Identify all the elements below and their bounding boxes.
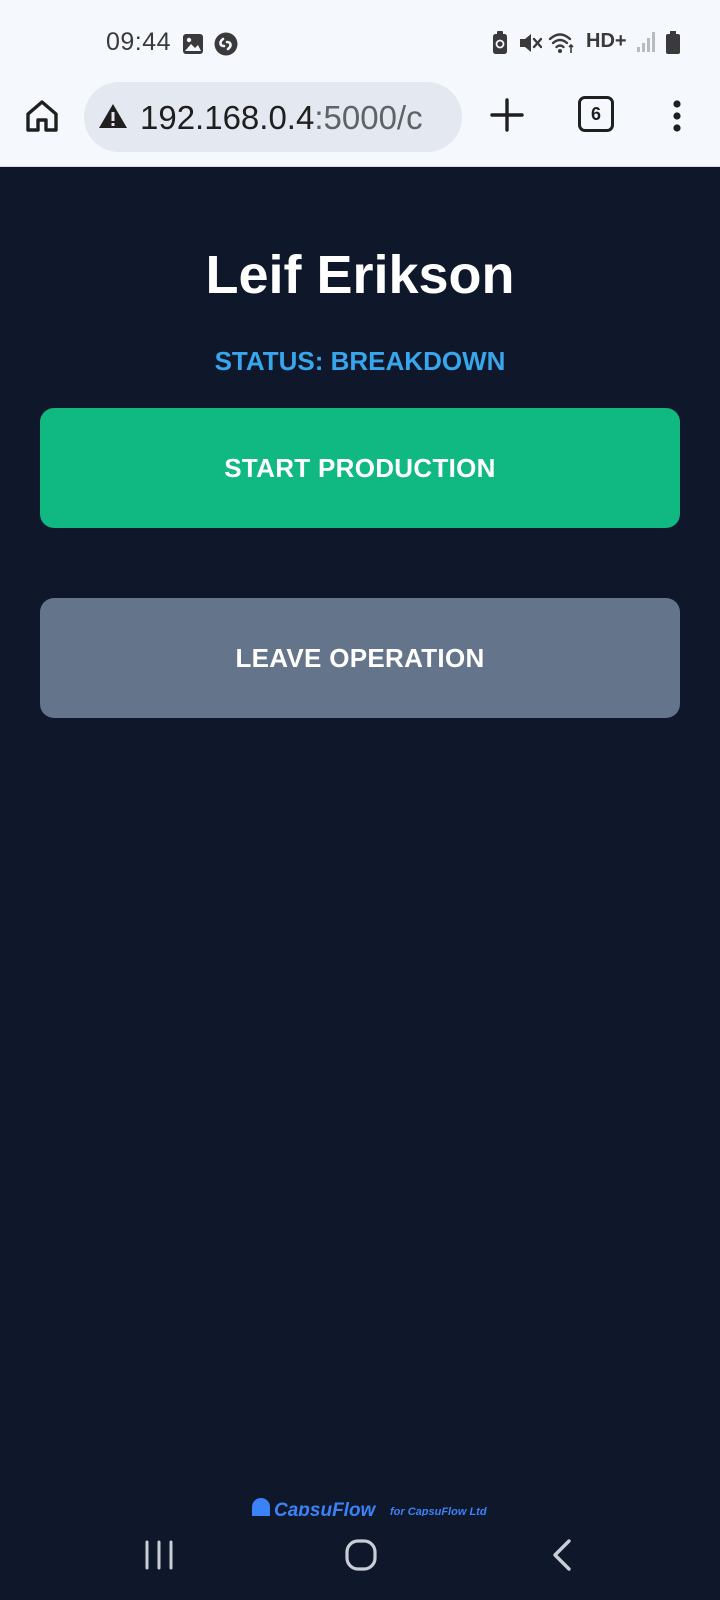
warning-icon[interactable]	[98, 102, 128, 130]
footer-brand: CapsuFlow	[274, 1500, 376, 1516]
start-production-button[interactable]: START PRODUCTION	[40, 408, 680, 528]
navigation-bar	[0, 1516, 720, 1600]
signal-icon	[637, 32, 655, 52]
back-icon[interactable]	[550, 1538, 574, 1572]
new-tab-icon[interactable]	[488, 96, 526, 134]
battery-saver-icon	[493, 31, 507, 54]
url-text[interactable]: 192.168.0.4:5000/c	[140, 99, 423, 137]
battery-icon	[666, 31, 680, 54]
recents-icon[interactable]	[144, 1540, 174, 1570]
more-menu-icon[interactable]	[670, 98, 684, 134]
capsule-icon	[252, 1498, 270, 1516]
leave-operation-button[interactable]: LEAVE OPERATION	[40, 598, 680, 718]
footer-credit: for CapsuFlow Ltd	[390, 1506, 487, 1516]
operator-name: Leif Erikson	[205, 245, 515, 305]
url-host: 192.168.0.4	[140, 99, 315, 136]
network-label: HD+	[586, 30, 627, 52]
browser-toolbar: 192.168.0.4:5000/c 6	[0, 80, 720, 167]
status-text: STATUS: BREAKDOWN	[214, 346, 506, 376]
wifi-icon	[548, 33, 574, 53]
footer-logo: CapsuFlow for CapsuFlow Ltd	[250, 1496, 490, 1516]
mute-icon	[520, 34, 542, 52]
status-time: 09:44	[106, 28, 172, 56]
home-icon[interactable]	[24, 98, 60, 134]
gallery-icon	[183, 34, 203, 54]
tab-switcher-button[interactable]: 6	[578, 96, 614, 132]
nav-home-icon[interactable]	[344, 1538, 378, 1572]
app-screen: 09:44 HD+ 192.168.0.4:5000/c 6 Leif Erik…	[0, 0, 720, 1600]
address-bar[interactable]: 192.168.0.4:5000/c	[84, 82, 462, 152]
url-path: :5000/c	[314, 99, 423, 136]
status-bar: 09:44 HD+	[0, 0, 720, 80]
shazam-icon	[214, 32, 238, 56]
